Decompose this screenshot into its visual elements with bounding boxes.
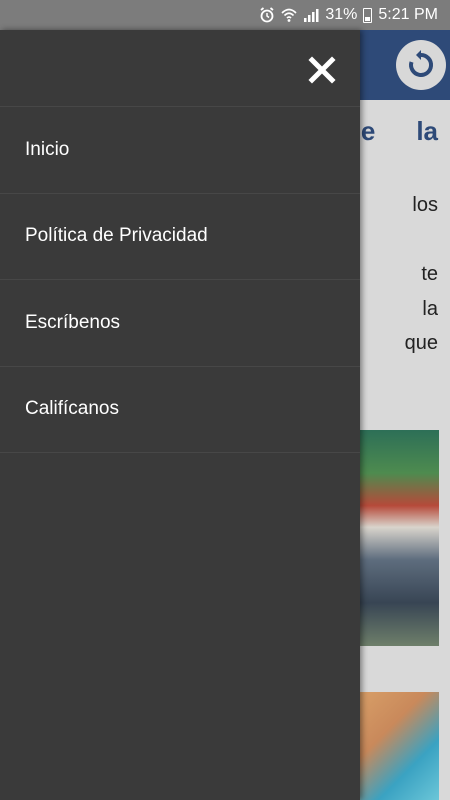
battery-icon [363,7,373,23]
close-button[interactable] [308,56,336,84]
refresh-icon [409,50,434,77]
menu-item-rate[interactable]: Califícanos [0,367,360,453]
drawer-header [0,30,360,107]
menu-item-contact[interactable]: Escríbenos [0,280,360,367]
menu-item-label: Política de Privacidad [25,225,208,247]
menu-item-label: Califícanos [25,398,119,420]
menu-item-label: Escríbenos [25,311,121,333]
alarm-clock-icon [259,7,275,23]
status-bar: 31% 5:21 PM [0,0,450,30]
close-icon [308,56,336,84]
status-time: 5:21 PM [378,6,438,23]
battery-percent: 31% [325,6,358,23]
wifi-icon [281,7,297,23]
menu-item-label: Inicio [25,138,70,160]
cell-signal-icon [303,7,319,23]
refresh-button[interactable] [396,40,446,90]
navigation-drawer: Inicio Política de Privacidad Escríbenos… [0,30,360,800]
menu-item-inicio[interactable]: Inicio [0,107,360,194]
menu-item-privacy-policy[interactable]: Política de Privacidad [0,194,360,280]
